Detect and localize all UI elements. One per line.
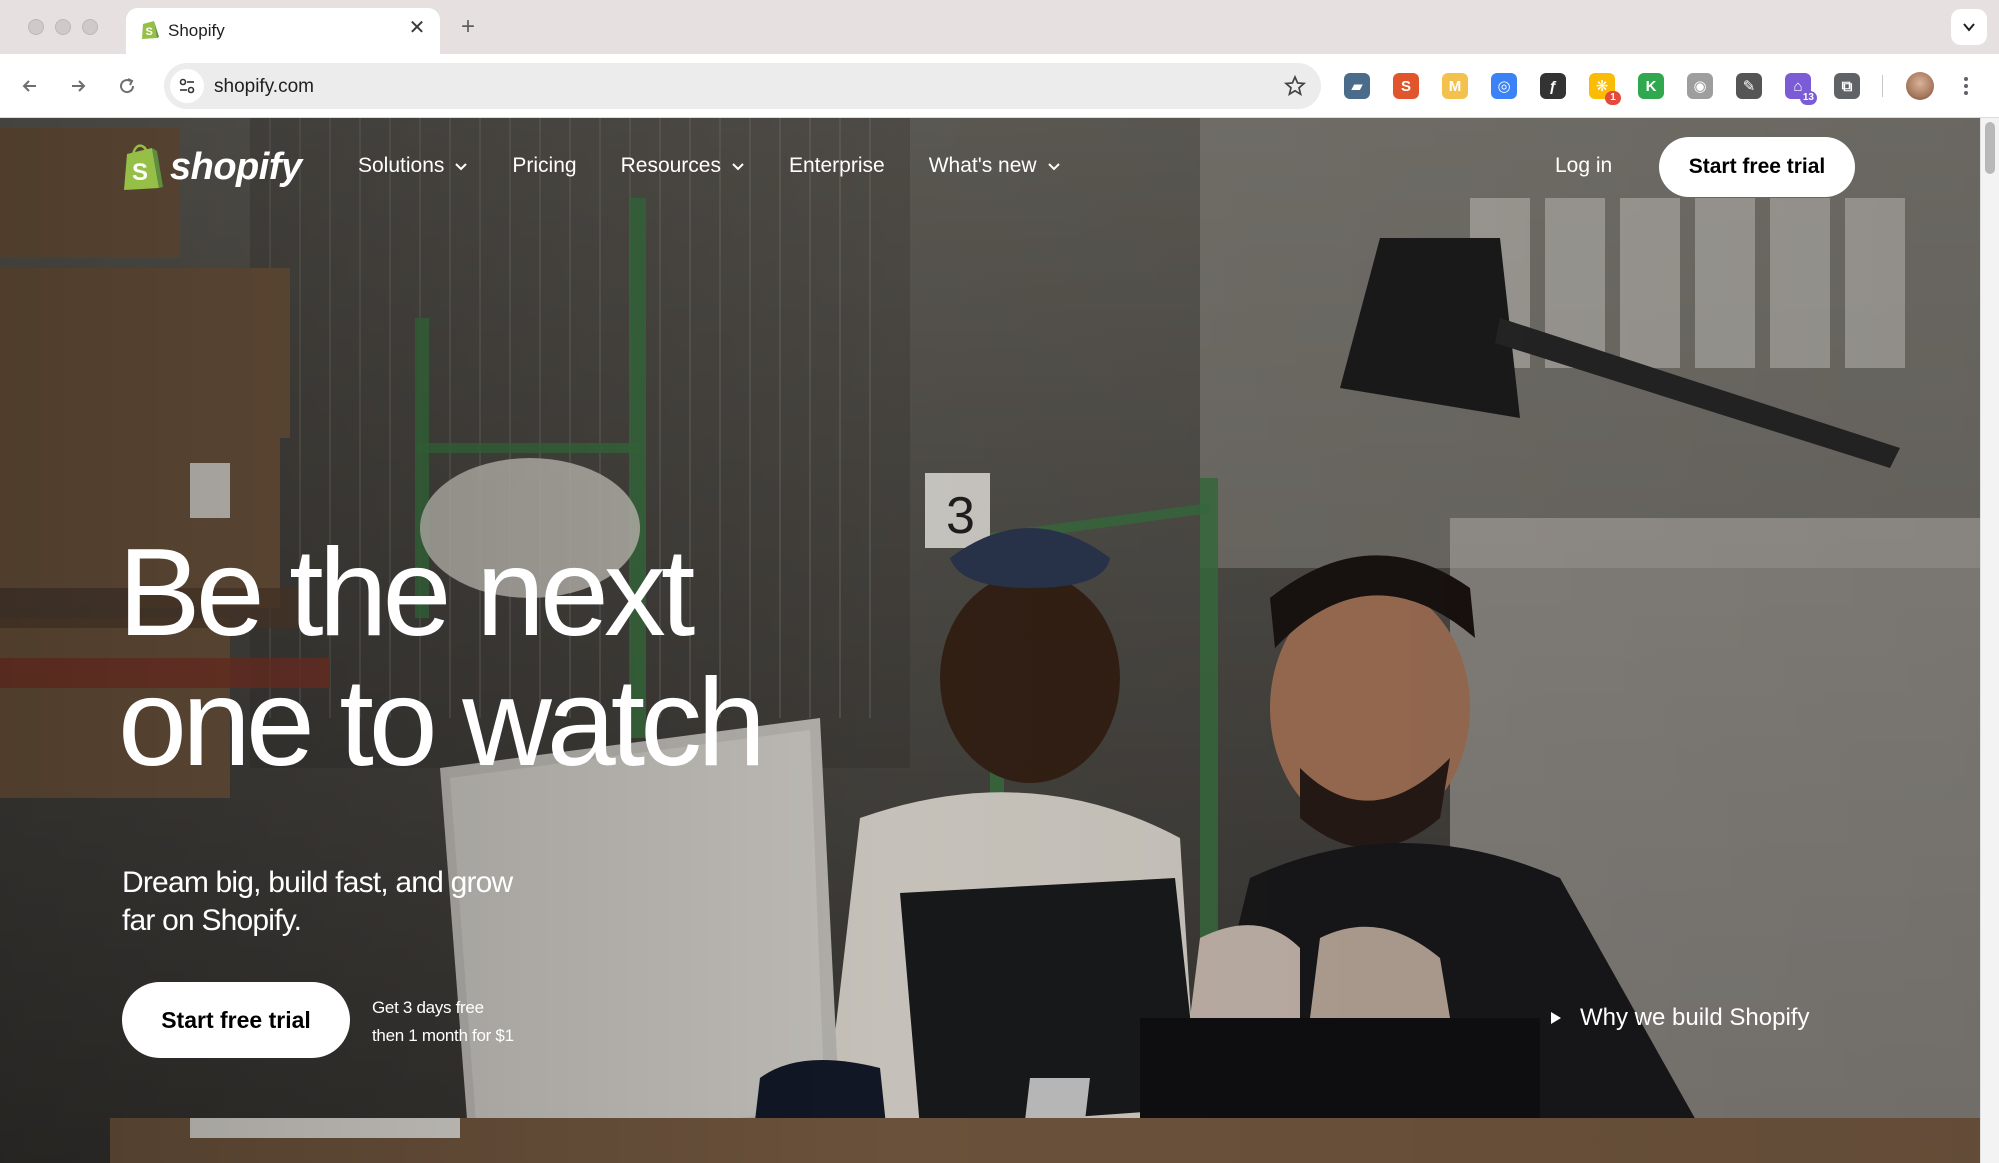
window-close-button[interactable]	[28, 19, 44, 35]
tab-shopify[interactable]: S Shopify ✕	[126, 8, 440, 54]
nav-item-pricing[interactable]: Pricing	[512, 154, 576, 178]
browser-menu-icon[interactable]	[1956, 72, 1976, 100]
offer-line2: then 1 month for $1	[372, 1026, 514, 1045]
why-we-build-shopify-video-link[interactable]: Why we build Shopify	[1550, 1004, 1809, 1032]
f-extension-icon[interactable]: ƒ	[1540, 73, 1566, 99]
nav-item-label: Enterprise	[788, 154, 885, 177]
site-info-button[interactable]	[170, 69, 204, 103]
toolbar-separator	[1882, 75, 1883, 97]
pen-extension-icon[interactable]: ✎	[1736, 73, 1762, 99]
extension-badge: 13	[1799, 91, 1817, 105]
forward-arrow-icon	[72, 80, 86, 92]
chevron-down-icon	[1047, 163, 1060, 171]
hero-subheadline: Dream big, build fast, and grow far on S…	[122, 864, 562, 940]
page-scrollbar[interactable]	[1980, 118, 1999, 1163]
extension-badge: 1	[1605, 91, 1621, 105]
shopify-favicon-icon: S	[142, 21, 159, 39]
start-free-trial-hero-button[interactable]: Start free trial	[122, 982, 350, 1058]
address-bar[interactable]: shopify.com	[164, 63, 1321, 109]
reload-button[interactable]	[111, 70, 143, 102]
chevron-down-icon	[1963, 23, 1975, 32]
forward-button[interactable]	[62, 70, 94, 102]
play-icon	[1551, 1012, 1561, 1024]
chevron-down-icon	[732, 163, 744, 171]
svg-text:S: S	[132, 159, 148, 186]
back-arrow-icon	[22, 80, 36, 92]
video-link-label: Why we build Shopify	[1580, 1004, 1810, 1031]
tune-icon	[179, 78, 195, 94]
hero-headline: Be the next one to watch	[118, 528, 838, 788]
page-viewport: 3	[0, 118, 1999, 1163]
circle-extension-icon[interactable]: ◎	[1491, 73, 1517, 99]
offer-line1: Get 3 days free	[372, 998, 484, 1017]
chevron-down-icon	[455, 163, 468, 171]
tab-close-icon[interactable]: ✕	[406, 17, 428, 39]
browser-tab-bar: S Shopify ✕ +	[0, 0, 1999, 54]
s-extension-icon[interactable]: S	[1393, 73, 1419, 99]
cap-extension-icon[interactable]: ⌂ 13	[1785, 73, 1817, 105]
hero-section: 3	[0, 118, 1980, 1163]
bookmark-star-icon[interactable]	[1283, 74, 1307, 98]
window-zoom-button[interactable]	[82, 19, 98, 35]
back-button[interactable]	[14, 70, 46, 102]
scrollbar-thumb[interactable]	[1985, 122, 1995, 174]
start-free-trial-header-button[interactable]: Start free trial	[1659, 137, 1855, 197]
window-minimize-button[interactable]	[55, 19, 71, 35]
grey-extension-icon[interactable]: ◉	[1687, 73, 1713, 99]
nav-item-solutions[interactable]: Solutions	[358, 154, 468, 178]
nav-item-label: Solutions	[358, 154, 445, 177]
shopify-bag-icon: S	[124, 144, 163, 190]
hero-subheadline-line2: far on Shopify.	[122, 904, 302, 937]
logo-wordmark: shopify	[170, 145, 302, 188]
nav-item-label: Pricing	[512, 154, 577, 177]
tab-search-button[interactable]	[1951, 9, 1987, 45]
profile-avatar[interactable]	[1906, 72, 1934, 100]
nav-item-resources[interactable]: Resources	[621, 154, 745, 178]
url-text: shopify.com	[214, 76, 314, 97]
browser-toolbar: shopify.com ▰ S M ◎ ƒ ❋ 1 K ◉ ✎ ⌂ 13 ⧉	[0, 54, 1999, 118]
nav-item-enterprise[interactable]: Enterprise	[789, 154, 885, 178]
hero-subheadline-line1: Dream big, build fast, and grow	[122, 866, 513, 899]
reload-icon	[120, 78, 135, 94]
multicolor-extension-icon[interactable]: ❋ 1	[1589, 73, 1621, 105]
puzzle-extension-icon[interactable]: ⧉	[1834, 73, 1860, 99]
briefcase-extension-icon[interactable]: ▰	[1344, 73, 1370, 99]
svg-text:S: S	[146, 26, 153, 38]
trial-offer-text: Get 3 days free then 1 month for $1	[372, 994, 514, 1050]
new-tab-button[interactable]: +	[455, 14, 481, 40]
shopify-logo[interactable]: S shopify	[122, 141, 302, 193]
nav-item-label: Resources	[620, 154, 721, 177]
tab-title: Shopify	[168, 21, 225, 40]
m-extension-icon[interactable]: M	[1442, 73, 1468, 99]
k-extension-icon[interactable]: K	[1638, 73, 1664, 99]
nav-item-whats-new[interactable]: What's new	[929, 154, 1061, 178]
nav-item-label: What's new	[928, 154, 1037, 177]
login-link[interactable]: Log in	[1555, 154, 1612, 178]
hero-headline-line2: one to watch	[118, 654, 766, 792]
main-nav: Solutions Pricing Resources Enterprise W…	[358, 154, 1105, 178]
hero-headline-line1: Be the next	[118, 524, 695, 662]
